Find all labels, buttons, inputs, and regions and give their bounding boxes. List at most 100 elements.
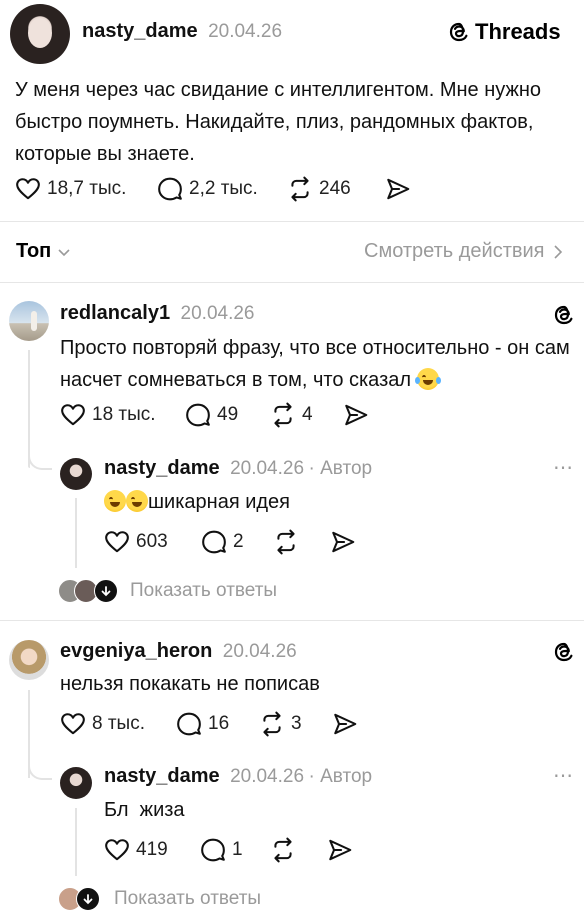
repost-icon: [270, 837, 296, 863]
post-username[interactable]: nasty_dame: [82, 20, 198, 42]
author-badge: · Автор: [308, 766, 373, 787]
repost-icon: [259, 711, 285, 737]
reply-comment-button[interactable]: 16: [176, 711, 229, 737]
post-comment-button[interactable]: 2,2 тыс.: [157, 176, 258, 202]
post-reposts-count: 246: [319, 178, 351, 199]
repost-icon: [287, 176, 313, 202]
reply-avatar[interactable]: [9, 640, 49, 680]
subreply-header: nasty_dame 20.04.26 · Автор: [104, 765, 372, 788]
threads-logo-icon[interactable]: [552, 303, 576, 327]
reply-share-button[interactable]: [343, 402, 369, 428]
share-icon: [385, 176, 411, 202]
subreply-likes-count: 603: [136, 531, 168, 552]
heart-icon: [60, 711, 86, 737]
laughing-emoji-icon: [414, 368, 441, 390]
heart-icon: [104, 837, 130, 863]
reply-repost-button[interactable]: 3: [259, 711, 302, 737]
post-comments-count: 2,2 тыс.: [189, 178, 258, 199]
more-options-icon[interactable]: ⋯: [553, 455, 574, 480]
subreply-text-content: шикарная идея: [148, 491, 291, 513]
reply-repost-button[interactable]: 4: [270, 402, 313, 428]
post-repost-button[interactable]: 246: [287, 176, 351, 202]
subreply-share-button[interactable]: [330, 529, 356, 555]
thread-line-curve: [28, 762, 52, 780]
post-avatar[interactable]: [10, 4, 70, 64]
share-icon: [330, 529, 356, 555]
subreply-comment-button[interactable]: 1: [200, 837, 243, 863]
arrow-down-icon: [76, 887, 100, 911]
divider: [0, 282, 584, 283]
reply-reposts-count: 4: [302, 404, 313, 425]
thread-line: [75, 808, 77, 876]
subreply-repost-button[interactable]: [270, 837, 296, 863]
subreply-share-button[interactable]: [327, 837, 353, 863]
reply-username[interactable]: evgeniya_heron: [60, 640, 212, 662]
show-replies-label: Показать ответы: [130, 580, 278, 601]
threads-brand[interactable]: Threads: [447, 19, 561, 45]
subreply-like-button[interactable]: 603: [104, 529, 168, 555]
reply-comments-count: 16: [208, 713, 230, 734]
arrow-down-icon: [94, 579, 118, 603]
reply-likes-count: 8 тыс.: [92, 713, 145, 734]
reply-avatar[interactable]: [9, 301, 49, 341]
threads-logo-icon[interactable]: [552, 640, 576, 664]
post-share-button[interactable]: [385, 176, 411, 202]
sort-label: Топ: [16, 240, 52, 262]
subreply-likes-count: 419: [136, 839, 168, 860]
subreply-username[interactable]: nasty_dame: [104, 765, 220, 787]
reply-header: evgeniya_heron 20.04.26: [60, 640, 297, 663]
subreply-comment-button[interactable]: 2: [201, 529, 244, 555]
laughing-emoji-icon: [126, 490, 148, 512]
reply-text-content: Просто повторяй фразу, что все относител…: [60, 337, 570, 391]
comment-icon: [201, 529, 227, 555]
heart-icon: [60, 402, 86, 428]
subreply-avatar[interactable]: [60, 767, 92, 799]
divider: [0, 620, 584, 621]
threads-brand-label: Threads: [475, 19, 561, 44]
subreply-comments-count: 1: [232, 839, 243, 860]
share-icon: [343, 402, 369, 428]
threads-logo-icon: [447, 20, 471, 44]
subreply-header: nasty_dame 20.04.26 · Автор: [104, 457, 372, 480]
subreply-avatar[interactable]: [60, 458, 92, 490]
reply-comment-button[interactable]: 49: [185, 402, 238, 428]
reply-share-button[interactable]: [332, 711, 358, 737]
subreply-repost-button[interactable]: [273, 529, 299, 555]
view-activity-label: Смотреть действия: [364, 240, 545, 262]
subreply-date: 20.04.26: [230, 766, 305, 787]
post-text: У меня через час свидание с интеллигенто…: [15, 79, 542, 165]
laughing-emoji-icon: [104, 490, 126, 512]
reply-avatars-stack: [58, 887, 100, 911]
subreply-username[interactable]: nasty_dame: [104, 457, 220, 479]
reply-username[interactable]: redlancaly1: [60, 302, 170, 324]
post-header: nasty_dame 20.04.26: [82, 20, 282, 43]
reply-date: 20.04.26: [180, 303, 255, 324]
subreply-like-button[interactable]: 419: [104, 837, 168, 863]
reply-like-button[interactable]: 18 тыс.: [60, 402, 156, 428]
thread-line: [75, 498, 77, 568]
post-like-button[interactable]: 18,7 тыс.: [15, 176, 126, 202]
more-options-icon[interactable]: ⋯: [553, 763, 574, 788]
share-icon: [332, 711, 358, 737]
share-icon: [327, 837, 353, 863]
subreply-text: шикарная идея: [104, 486, 290, 518]
repost-icon: [273, 529, 299, 555]
show-replies-label: Показать ответы: [114, 888, 262, 909]
reply-header: redlancaly1 20.04.26: [60, 302, 255, 325]
reply-date: 20.04.26: [222, 641, 297, 662]
comment-icon: [157, 176, 183, 202]
reply-likes-count: 18 тыс.: [92, 404, 156, 425]
show-replies-button[interactable]: Показать ответы: [58, 579, 277, 603]
sort-dropdown[interactable]: Топ: [16, 240, 71, 263]
reply-like-button[interactable]: 8 тыс.: [60, 711, 145, 737]
show-replies-button[interactable]: Показать ответы: [58, 887, 261, 911]
chevron-right-icon: [553, 244, 562, 259]
post-date: 20.04.26: [208, 21, 283, 42]
reply-comments-count: 49: [217, 404, 239, 425]
view-activity-link[interactable]: Смотреть действия: [364, 240, 563, 263]
reply-avatars-stack: [58, 579, 118, 603]
reply-text: Просто повторяй фразу, что все относител…: [60, 332, 570, 396]
subreply-text: Бл жиза: [104, 799, 185, 821]
heart-icon: [15, 176, 41, 202]
repost-icon: [270, 402, 296, 428]
